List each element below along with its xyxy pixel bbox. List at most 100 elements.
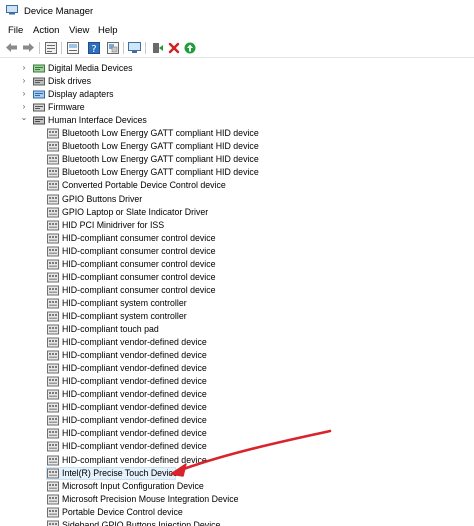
enable-device-icon[interactable] — [182, 40, 197, 55]
tree-device-label: Bluetooth Low Energy GATT compliant HID … — [62, 128, 259, 139]
menu-file[interactable]: File — [6, 25, 25, 36]
menu-view[interactable]: View — [67, 25, 91, 36]
title-bar: Device Manager — [0, 0, 474, 22]
menu-action[interactable]: Action — [31, 25, 61, 36]
help-icon[interactable]: ? — [86, 40, 101, 55]
hid-device-icon — [47, 350, 59, 361]
tree-device-row[interactable]: HID-compliant consumer control device — [0, 284, 474, 297]
tree-device-row[interactable]: HID-compliant vendor-defined device — [0, 336, 474, 349]
hid-device-icon — [47, 402, 59, 413]
tree-device-label: HID-compliant system controller — [62, 310, 187, 321]
tree-device-label: Intel(R) Precise Touch Device — [62, 467, 178, 478]
tree-device-label: HID-compliant vendor-defined device — [62, 350, 207, 361]
hid-device-icon — [47, 128, 59, 139]
hid-device-icon — [47, 428, 59, 439]
tree-device-label: HID PCI Minidriver for ISS — [62, 219, 165, 230]
hid-device-icon — [47, 233, 59, 244]
tree-category-label: Digital Media Devices — [48, 63, 133, 73]
tree-device-row[interactable]: HID PCI Minidriver for ISS — [0, 219, 474, 232]
tree-device-row[interactable]: Bluetooth Low Energy GATT compliant HID … — [0, 140, 474, 153]
add-driver-icon[interactable] — [150, 40, 165, 55]
tree-device-label: Microsoft Precision Mouse Integration De… — [62, 493, 239, 504]
tree-device-row[interactable]: HID-compliant consumer control device — [0, 232, 474, 245]
disk-drive-icon — [33, 76, 45, 87]
hid-device-icon — [47, 481, 59, 492]
chevron-right-icon[interactable]: › — [20, 90, 28, 98]
chevron-down-icon[interactable]: ⌄ — [20, 114, 28, 122]
tree-device-row[interactable]: Bluetooth Low Energy GATT compliant HID … — [0, 166, 474, 179]
tree-device-row[interactable]: HID-compliant vendor-defined device — [0, 414, 474, 427]
menu-bar: File Action View Help — [0, 24, 474, 38]
hid-device-icon — [47, 180, 59, 191]
tree-device-label: HID-compliant consumer control device — [62, 271, 216, 282]
tree-device-label: GPIO Laptop or Slate Indicator Driver — [62, 206, 209, 217]
tree-device-row[interactable]: HID-compliant consumer control device — [0, 271, 474, 284]
chevron-right-icon[interactable]: › — [20, 103, 28, 111]
hid-device-icon — [47, 494, 59, 505]
tree-device-label: Sideband GPIO Buttons Injection Device — [62, 519, 221, 526]
tree-device-row[interactable]: Microsoft Precision Mouse Integration De… — [0, 493, 474, 506]
hid-device-icon — [47, 441, 59, 452]
tree-device-label: HID-compliant vendor-defined device — [62, 454, 207, 465]
update-driver-icon[interactable] — [65, 40, 80, 55]
tree-device-label: Portable Device Control device — [62, 506, 183, 517]
properties-icon[interactable] — [43, 40, 58, 55]
tree-device-label: Converted Portable Device Control device — [62, 180, 226, 191]
tree-device-label: HID-compliant vendor-defined device — [62, 402, 207, 413]
tree-device-row-highlighted[interactable]: Intel(R) Precise Touch Device — [0, 466, 474, 480]
tree-device-row[interactable]: Microsoft Input Configuration Device — [0, 480, 474, 493]
tree-device-row[interactable]: HID-compliant vendor-defined device — [0, 375, 474, 388]
tree-device-label: HID-compliant consumer control device — [62, 258, 216, 269]
tree-device-row[interactable]: Converted Portable Device Control device — [0, 179, 474, 192]
tree-device-label: Bluetooth Low Energy GATT compliant HID … — [62, 167, 259, 178]
tree-category-row[interactable]: › Digital Media Devices — [0, 62, 474, 75]
tree-category-row[interactable]: › Disk drives — [0, 75, 474, 88]
scan-hardware-icon[interactable] — [127, 40, 142, 55]
tree-device-row[interactable]: HID-compliant system controller — [0, 310, 474, 323]
tree-device-row[interactable]: HID-compliant touch pad — [0, 323, 474, 336]
forward-arrow-icon[interactable] — [21, 40, 36, 55]
hid-device-icon — [47, 167, 59, 178]
tree-device-row[interactable]: HID-compliant consumer control device — [0, 258, 474, 271]
tree-device-row[interactable]: Portable Device Control device — [0, 506, 474, 519]
tree-device-row[interactable]: HID-compliant system controller — [0, 297, 474, 310]
tree-device-row[interactable]: Bluetooth Low Energy GATT compliant HID … — [0, 127, 474, 140]
hid-device-icon — [47, 337, 59, 348]
tree-device-label: Bluetooth Low Energy GATT compliant HID … — [62, 154, 259, 165]
tree-device-label: HID-compliant vendor-defined device — [62, 337, 207, 348]
tree-device-label: HID-compliant touch pad — [62, 324, 159, 334]
hid-device-icon — [47, 220, 59, 231]
tree-category-row[interactable]: ⌄ Human Interface Devices — [0, 114, 474, 127]
hid-device-icon — [47, 507, 59, 518]
menu-help[interactable]: Help — [96, 25, 120, 36]
uninstall-icon[interactable] — [166, 40, 181, 55]
tree-category-row[interactable]: › Display adapters — [0, 88, 474, 101]
tree-device-row[interactable]: HID-compliant vendor-defined device — [0, 427, 474, 440]
tree-device-row[interactable]: HID-compliant vendor-defined device — [0, 401, 474, 414]
tree-device-row[interactable]: GPIO Buttons Driver — [0, 193, 474, 206]
tree-device-label: HID-compliant consumer control device — [62, 232, 216, 243]
tree-device-label: HID-compliant vendor-defined device — [62, 389, 207, 400]
tree-device-label: Microsoft Input Configuration Device — [62, 480, 204, 491]
tree-device-row[interactable]: HID-compliant vendor-defined device — [0, 362, 474, 375]
tree-category-label: Human Interface Devices — [48, 115, 147, 126]
tree-device-row[interactable]: Bluetooth Low Energy GATT compliant HID … — [0, 153, 474, 166]
tree-device-row[interactable]: GPIO Laptop or Slate Indicator Driver — [0, 206, 474, 219]
chevron-right-icon[interactable]: › — [20, 77, 28, 85]
hid-device-icon — [47, 141, 59, 152]
svg-text:?: ? — [91, 44, 96, 54]
tree-device-row[interactable]: HID-compliant vendor-defined device — [0, 454, 474, 467]
show-hidden-icon[interactable] — [105, 40, 120, 55]
hid-device-icon — [47, 455, 59, 466]
tree-device-row[interactable]: Sideband GPIO Buttons Injection Device — [0, 519, 474, 526]
tree-category-row[interactable]: › Firmware — [0, 101, 474, 114]
tree-device-row[interactable]: HID-compliant vendor-defined device — [0, 440, 474, 453]
toolbar-separator — [61, 42, 62, 54]
hid-device-icon — [47, 285, 59, 296]
tree-device-row[interactable]: HID-compliant consumer control device — [0, 245, 474, 258]
chevron-right-icon[interactable]: › — [20, 64, 28, 72]
tree-device-row[interactable]: HID-compliant vendor-defined device — [0, 349, 474, 362]
tree-device-row[interactable]: HID-compliant vendor-defined device — [0, 388, 474, 401]
back-arrow-icon[interactable] — [4, 40, 19, 55]
display-adapter-icon — [33, 89, 45, 100]
